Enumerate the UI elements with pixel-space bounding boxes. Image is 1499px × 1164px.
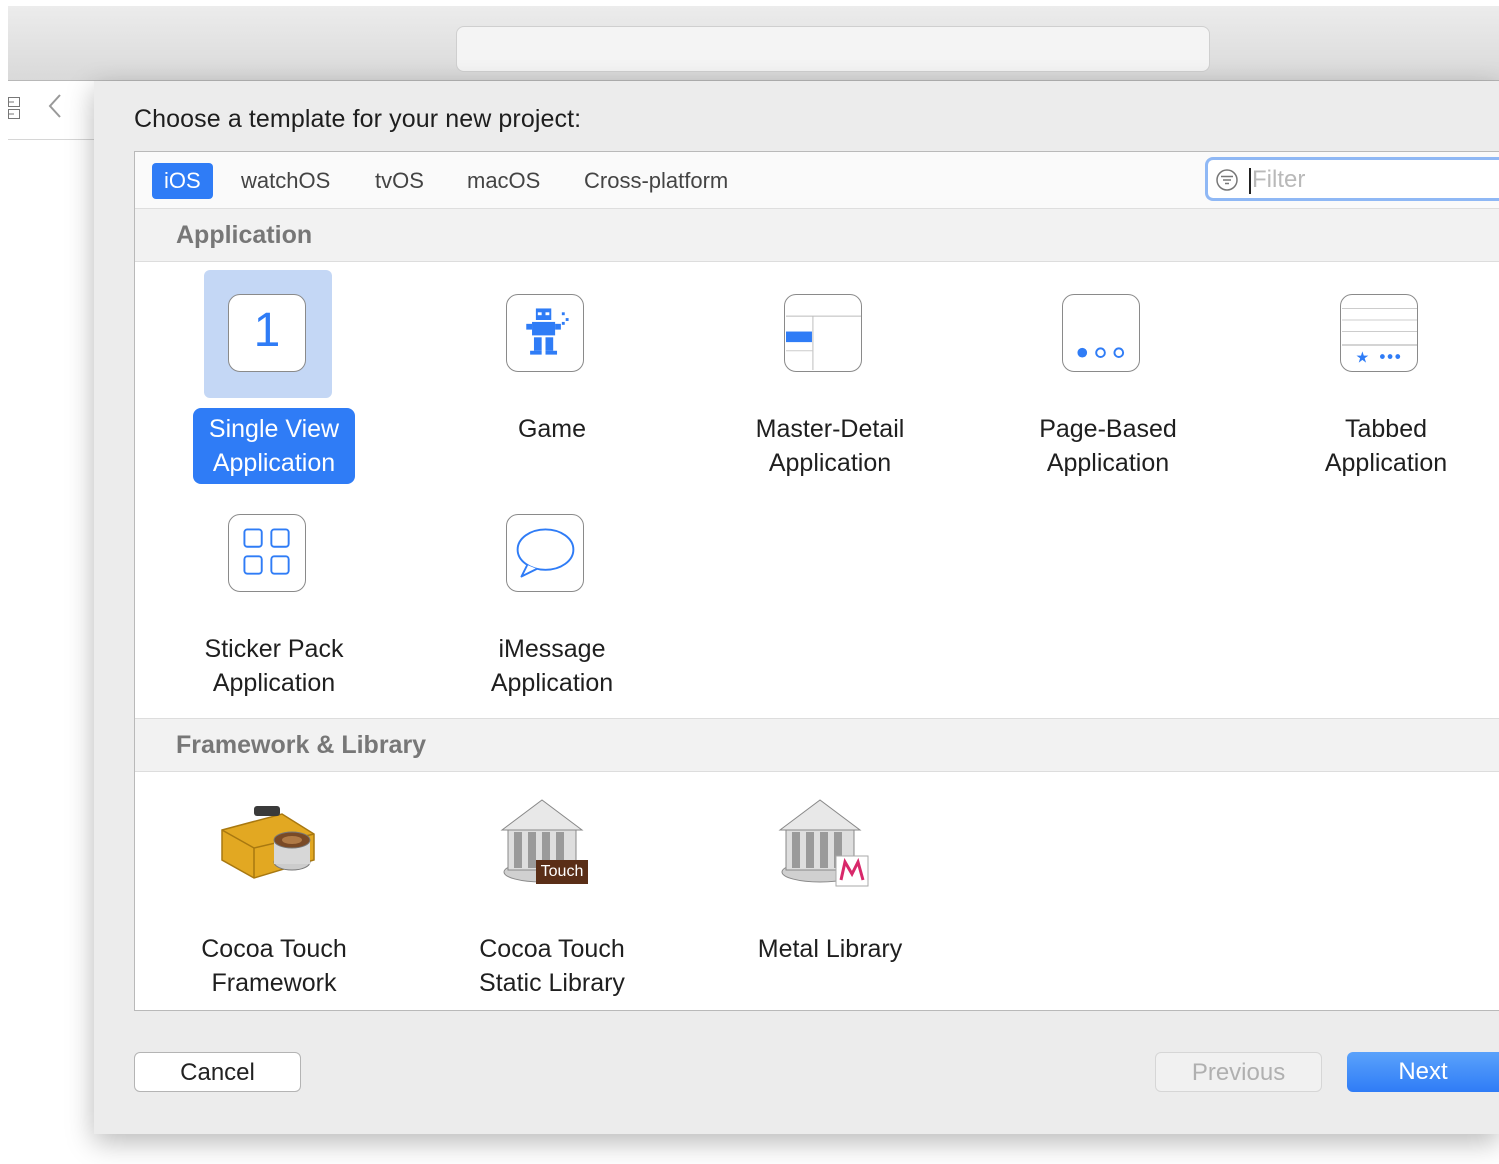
template-master-detail-application[interactable]: Master-Detail Application xyxy=(691,270,969,480)
filter-icon xyxy=(1216,169,1238,191)
cancel-button[interactable]: Cancel xyxy=(134,1052,301,1092)
activity-view xyxy=(456,26,1210,72)
related-items-icon[interactable] xyxy=(8,97,20,119)
template-panel: iOS watchOS tvOS macOS Cross-platform Ap… xyxy=(134,151,1499,1011)
template-label: Cocoa Touch Static Library xyxy=(479,935,625,997)
next-button[interactable]: Next xyxy=(1347,1052,1499,1092)
new-project-sheet: Choose a template for your new project: … xyxy=(94,81,1499,1134)
sticker-grid-glyph xyxy=(242,528,290,575)
game-icon xyxy=(506,294,584,372)
tabbed-glyph: ★ xyxy=(1341,307,1417,366)
template-icon-holder xyxy=(760,780,888,908)
metal-library-icon xyxy=(778,799,869,887)
template-cocoa-touch-framework[interactable]: Cocoa Touch Framework xyxy=(135,780,413,997)
filter-field[interactable] xyxy=(1205,157,1499,201)
template-label: Game xyxy=(517,415,587,443)
section-title: Framework & Library xyxy=(176,731,427,759)
svg-text:★: ★ xyxy=(1355,348,1369,366)
tabbed-icon: ★ xyxy=(1340,294,1418,372)
page-dots-glyph xyxy=(1076,347,1124,358)
section-header-framework-library: Framework & Library xyxy=(135,718,1499,772)
template-label: Tabbed Application xyxy=(1324,415,1448,477)
platform-tabbar: iOS watchOS tvOS macOS Cross-platform xyxy=(135,152,1499,209)
template-icon-holder xyxy=(482,490,610,618)
template-metal-library[interactable]: Metal Library xyxy=(691,780,969,990)
template-cocoa-touch-static-library[interactable]: Touch Cocoa Touch Static Library xyxy=(413,780,691,997)
template-label: Master-Detail Application xyxy=(755,415,905,477)
template-tabbed-application[interactable]: ★ Tabbed Application xyxy=(1247,270,1499,480)
text-caret xyxy=(1249,168,1251,194)
template-single-view-application[interactable]: 1 Single View Application xyxy=(135,270,413,484)
template-sticker-pack-application[interactable]: Sticker Pack Application xyxy=(135,490,413,700)
page-based-icon xyxy=(1062,294,1140,372)
tab-ios[interactable]: iOS xyxy=(152,163,213,199)
template-icon-selection: 1 xyxy=(204,270,332,398)
navigator-strip xyxy=(8,81,94,140)
imessage-icon xyxy=(506,514,584,592)
template-page-based-application[interactable]: Page-Based Application xyxy=(969,270,1247,480)
template-label: Single View Application xyxy=(135,408,413,484)
template-icon-holder xyxy=(204,780,332,908)
template-icon-holder: ★ xyxy=(1316,270,1444,398)
section-title: Application xyxy=(176,221,313,249)
template-imessage-application[interactable]: iMessage Application xyxy=(413,490,691,700)
template-icon-holder xyxy=(1038,270,1166,398)
tab-macos[interactable]: macOS xyxy=(455,163,552,199)
tab-tvos[interactable]: tvOS xyxy=(363,163,436,199)
speech-bubble-glyph xyxy=(516,528,574,578)
master-detail-glyph xyxy=(785,315,861,370)
filter-input[interactable] xyxy=(1252,164,1492,196)
template-icon-holder xyxy=(204,490,332,618)
template-game[interactable]: Game xyxy=(413,270,691,480)
window-toolbar xyxy=(8,6,1499,81)
master-detail-icon xyxy=(784,294,862,372)
single-view-icon: 1 xyxy=(228,294,306,372)
chevron-left-icon[interactable] xyxy=(46,91,66,121)
game-sprite-glyph xyxy=(525,308,569,355)
toolbox-icon xyxy=(221,806,315,879)
sticker-pack-icon xyxy=(228,514,306,592)
tab-watchos[interactable]: watchOS xyxy=(229,163,342,199)
template-label: Metal Library xyxy=(757,935,903,963)
tab-cross-platform[interactable]: Cross-platform xyxy=(572,163,740,199)
template-icon-holder xyxy=(760,270,888,398)
template-label: iMessage Application xyxy=(490,635,614,697)
touch-badge: Touch xyxy=(540,863,584,880)
template-label: Page-Based Application xyxy=(1039,415,1177,477)
sheet-title: Choose a template for your new project: xyxy=(134,105,582,133)
section-header-application: Application xyxy=(135,209,1499,262)
previous-button[interactable]: Previous xyxy=(1155,1052,1322,1092)
template-label: Cocoa Touch Framework xyxy=(201,935,347,997)
single-view-icon-digit: 1 xyxy=(253,304,281,357)
template-label: Sticker Pack Application xyxy=(204,635,344,697)
template-icon-holder: Touch xyxy=(482,780,610,908)
template-icon-holder xyxy=(482,270,610,398)
